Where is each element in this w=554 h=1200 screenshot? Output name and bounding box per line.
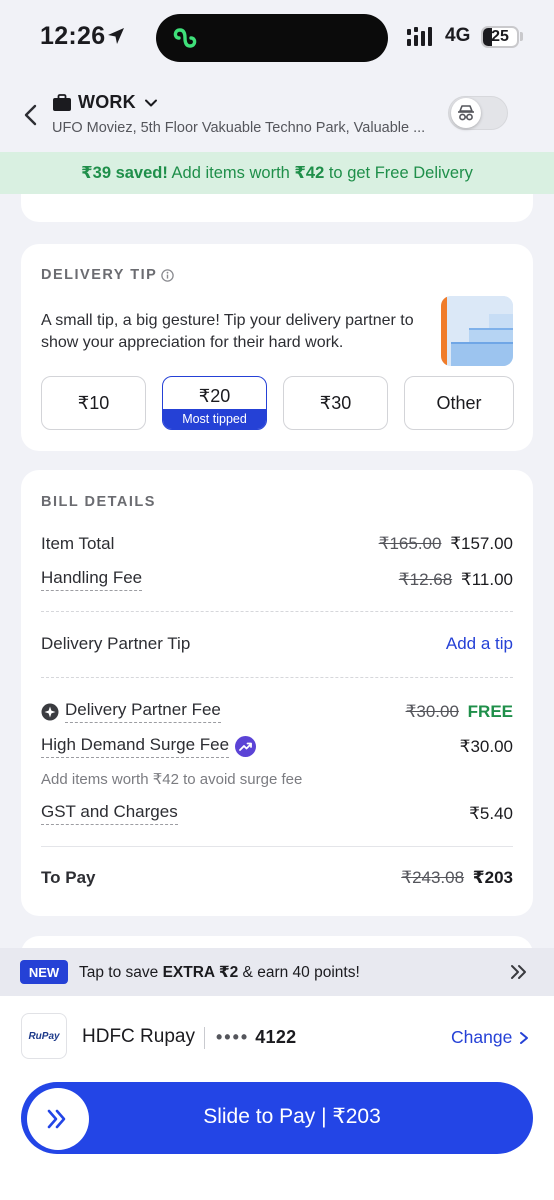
address-header: WORK UFO Moviez, 5th Floor Vakuable Tech… <box>0 78 554 152</box>
to-pay-value: ₹203 <box>472 868 513 887</box>
to-pay-original: ₹243.08 <box>401 868 465 887</box>
app-activity-icon <box>173 28 197 48</box>
bill-divider <box>41 846 513 847</box>
status-bar: 12:26 4G 25 <box>0 0 554 78</box>
card-number-mask: •••• <box>216 1027 250 1047</box>
most-tipped-badge: Most tipped <box>163 409 266 429</box>
card-number: •••• 4122 <box>216 1027 296 1048</box>
toggle-knob <box>451 98 481 128</box>
slide-to-pay-label: Slide to Pay | ₹203 <box>203 1105 381 1128</box>
item-total-row: Item Total ₹165.00 ₹157.00 <box>41 534 513 554</box>
delivery-tip-description: A small tip, a big gesture! Tip your del… <box>41 312 414 351</box>
tip-option-10[interactable]: ₹10 <box>41 376 146 430</box>
payment-area: RuPay HDFC Rupay •••• 4122 Change Slide t… <box>0 996 554 1200</box>
slide-to-pay-button[interactable]: Slide to Pay | ₹203 <box>21 1082 533 1154</box>
info-icon[interactable] <box>161 269 174 282</box>
card-last4: 4122 <box>255 1027 297 1047</box>
rupay-logo: RuPay <box>21 1013 67 1059</box>
bill-details-title: BILL DETAILS <box>41 494 156 510</box>
card-separator <box>204 1027 205 1049</box>
gst-value: ₹5.40 <box>469 803 513 823</box>
location-arrow-icon <box>108 28 124 44</box>
double-chevron-right-icon <box>511 965 526 979</box>
tip-option-label: ₹10 <box>77 392 110 413</box>
handling-fee-label[interactable]: Handling Fee <box>41 568 143 591</box>
tip-option-label: Other <box>436 392 482 413</box>
card-name: HDFC Rupay <box>82 1026 195 1047</box>
item-total-label: Item Total <box>41 534 115 553</box>
delivery-tip-title: DELIVERY TIP <box>41 267 158 283</box>
partner-fee-value: FREE <box>467 701 513 721</box>
offer-text-highlight: EXTRA ₹2 <box>162 963 239 981</box>
back-arrow-icon[interactable] <box>18 102 44 128</box>
battery-nub <box>520 32 523 41</box>
surge-fee-value: ₹30.00 <box>459 736 513 756</box>
savings-amount: ₹39 saved! <box>81 164 168 182</box>
payment-offer-strip[interactable]: NEW Tap to save EXTRA ₹2 & earn 40 point… <box>0 948 554 996</box>
surge-fee-label[interactable]: High Demand Surge Fee <box>41 735 230 758</box>
tip-option-20[interactable]: ₹20 Most tipped <box>162 376 267 430</box>
signal-icon <box>407 27 432 46</box>
to-pay-label: To Pay <box>41 868 96 887</box>
tip-option-other[interactable]: Other <box>404 376 514 430</box>
delivery-address[interactable]: UFO Moviez, 5th Floor Vakuable Techno Pa… <box>52 120 438 136</box>
add-tip-link[interactable]: Add a tip <box>446 634 513 654</box>
chevron-right-icon <box>520 1031 529 1044</box>
bill-divider <box>41 677 513 678</box>
briefcase-icon <box>53 93 71 111</box>
new-badge: NEW <box>20 960 68 984</box>
handling-fee-row: Handling Fee ₹12.68 ₹11.00 <box>41 568 513 591</box>
savings-suffix: to get Free Delivery <box>324 163 473 182</box>
surge-fee-note: Add items worth ₹42 to avoid surge fee <box>41 771 303 788</box>
handling-fee-value: ₹11.00 <box>460 569 513 589</box>
item-total-value: ₹157.00 <box>450 534 513 553</box>
tip-option-30[interactable]: ₹30 <box>283 376 388 430</box>
trending-up-icon <box>235 736 257 757</box>
status-time: 12:26 <box>40 22 106 50</box>
bill-details-card: BILL DETAILS Item Total ₹165.00 ₹157.00 … <box>21 470 533 916</box>
tip-option-label: ₹20 <box>198 386 231 406</box>
change-label: Change <box>451 1027 513 1047</box>
chevron-down-icon <box>144 99 157 106</box>
delivery-partner-badge-icon <box>41 703 59 720</box>
gst-label[interactable]: GST and Charges <box>41 802 178 825</box>
offer-text-suffix: & earn 40 points! <box>238 963 360 981</box>
delivery-tip-card: DELIVERY TIP A small tip, a big gesture!… <box>21 244 533 451</box>
to-pay-row: To Pay ₹243.08 ₹203 <box>41 868 513 888</box>
partner-tip-label: Delivery Partner Tip <box>41 634 191 653</box>
incognito-toggle[interactable] <box>448 96 508 130</box>
partner-fee-row: Delivery Partner Fee ₹30.00 FREE <box>41 700 513 723</box>
savings-banner: ₹39 saved! Add items worth ₹42 to get Fr… <box>0 152 554 194</box>
change-payment-button[interactable]: Change <box>451 1027 530 1048</box>
savings-threshold: ₹42 <box>294 164 325 182</box>
offer-text-prefix: Tap to save <box>79 963 163 981</box>
partner-fee-label[interactable]: Delivery Partner Fee <box>65 700 221 723</box>
address-type-selector[interactable]: WORK <box>52 92 158 113</box>
network-type: 4G <box>445 25 471 46</box>
battery-icon: 25 <box>481 26 519 48</box>
tip-options: ₹10 ₹20 Most tipped ₹30 Other <box>41 376 514 430</box>
gst-row: GST and Charges ₹5.40 <box>41 802 513 825</box>
handling-fee-original: ₹12.68 <box>398 569 453 589</box>
item-total-original: ₹165.00 <box>378 534 442 553</box>
incognito-icon <box>458 105 474 121</box>
bill-divider <box>41 611 513 612</box>
offer-text: Tap to save EXTRA ₹2 & earn 40 points! <box>79 963 360 982</box>
dynamic-island <box>156 14 388 62</box>
battery-level: 25 <box>491 28 509 45</box>
delivery-tip-illustration <box>441 296 513 366</box>
tip-option-label: ₹30 <box>319 392 352 413</box>
partner-fee-original: ₹30.00 <box>405 701 459 721</box>
rupay-logo-text: RuPay <box>28 1030 60 1042</box>
surge-fee-row: High Demand Surge Fee ₹30.00 <box>41 735 513 758</box>
address-type-label: WORK <box>78 92 136 112</box>
partner-tip-row: Delivery Partner Tip Add a tip <box>41 634 513 654</box>
savings-message: Add items worth <box>167 163 295 182</box>
